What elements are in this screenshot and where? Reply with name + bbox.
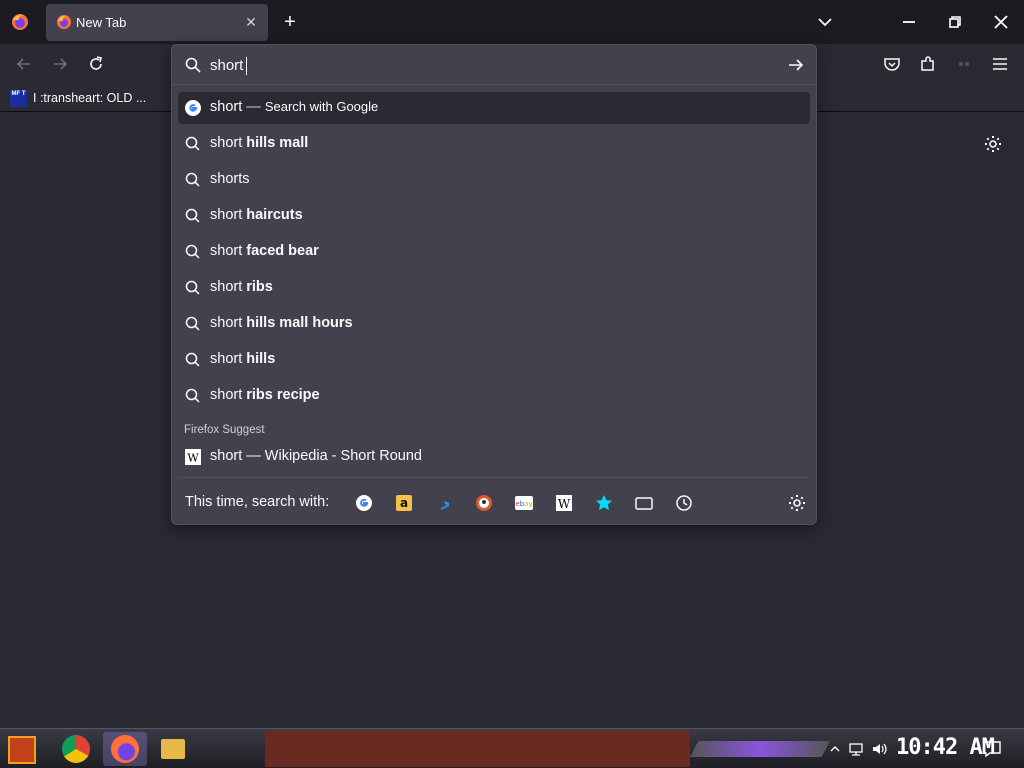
wikipedia-icon: W [185,449,201,465]
taskbar-decoration [690,741,830,757]
result-completion: faced bear [246,243,319,259]
result-completion: hills mall hours [246,315,353,331]
search-with-label: This time, search with: [185,494,330,510]
tab-title: New Tab [76,15,127,30]
taskbar: 10:42 AM [0,728,1024,768]
result-completion: hills mall [246,135,309,151]
file-explorer-taskbar-icon[interactable] [161,739,185,759]
urlbar [172,45,816,85]
google-icon[interactable] [354,493,374,513]
result-row[interactable]: short hills mall [178,128,810,160]
result-completion: ribs [246,279,273,295]
reload-icon[interactable] [86,54,106,74]
ebay-icon[interactable]: ebay [514,493,534,513]
result-prefix: short [210,279,247,295]
start-button[interactable] [8,736,36,764]
suggest-result-text: short — Wikipedia - Short Round [210,448,422,464]
list-all-tabs-icon[interactable] [815,12,835,32]
pocket-icon[interactable] [882,54,902,74]
result-row[interactable]: short hills mall hours [178,308,810,340]
tab-close-icon[interactable]: ✕ [242,13,260,31]
restore-window-icon[interactable] [946,13,964,31]
firefox-suggest-heading: Firefox Suggest [184,424,265,436]
search-icon [185,244,200,259]
urlbar-dropdown: short — Search with Google short hills m… [171,44,817,525]
go-arrow-icon[interactable] [786,56,806,74]
firefox-suggest-result[interactable]: W short — Wikipedia - Short Round [178,441,810,473]
bookmark-item[interactable]: MF T I :transheart: OLD ... [10,88,146,108]
result-completion: haircuts [246,207,303,223]
minimize-window-icon[interactable] [900,13,918,31]
search-icon [185,352,200,367]
notification-center-icon[interactable] [982,740,1002,758]
new-tab-button[interactable]: + [280,11,300,33]
bookmarks-star-icon[interactable] [594,493,614,513]
extensions-puzzle-icon[interactable] [918,54,938,74]
chrome-taskbar-icon[interactable] [62,735,90,763]
search-icon [185,316,200,331]
volume-icon[interactable] [871,741,889,757]
result-row[interactable]: short faced bear [178,236,810,268]
search-settings-gear-icon[interactable] [787,493,807,513]
forward-arrow-icon[interactable] [50,54,70,74]
amazon-icon[interactable]: a [394,493,414,513]
bookmark-label: I :transheart: OLD ... [33,91,147,105]
result-action: Search with Google [264,99,379,114]
result-prefix: short [210,207,247,223]
google-icon [185,100,201,116]
firefox-taskbar-icon[interactable] [111,735,139,763]
chevron-up-icon[interactable] [826,741,844,757]
result-completion: s [242,171,250,187]
result-completion: hills [246,351,276,367]
hamburger-menu-icon[interactable] [990,54,1010,74]
result-row[interactable]: short ribs recipe [178,380,810,412]
search-icon [185,172,200,187]
back-arrow-icon[interactable] [14,54,34,74]
taskbar-wallpaper-region [265,731,690,767]
result-prefix: short [210,387,247,403]
svg-text:a: a [400,496,408,510]
svg-text:W: W [187,452,199,465]
firefox-favicon-icon [57,15,71,29]
close-window-icon[interactable] [991,12,1011,32]
search-icon [185,136,200,151]
result-prefix: short [210,135,247,151]
search-icon [185,208,200,223]
result-separator: — [242,99,265,115]
bing-icon[interactable] [434,493,454,513]
result-query: short [210,99,243,115]
divider [178,477,810,478]
search-icon [185,388,200,403]
result-prefix: short [210,243,247,259]
result-completion: ribs recipe [246,387,320,403]
text-caret [246,57,247,75]
result-row[interactable]: short ribs [178,272,810,304]
urlbar-input[interactable] [210,53,770,77]
taskbar-clock[interactable]: 10:42 AM [896,735,995,760]
search-icon [185,57,201,73]
newtab-settings-gear-icon[interactable] [983,134,1003,154]
result-row[interactable]: short hills [178,344,810,376]
network-icon[interactable] [848,741,866,757]
firefox-view-icon[interactable] [10,12,30,32]
bookmark-favicon-icon: MF T [10,89,27,107]
svg-text:ebay: ebay [515,500,532,508]
duckduckgo-icon[interactable] [474,493,494,513]
tabs-icon[interactable] [634,493,654,513]
svg-text:W: W [558,497,571,511]
result-prefix: short [210,171,243,187]
account-icon[interactable] [954,54,974,74]
result-row[interactable]: shorts [178,164,810,196]
result-prefix: short [210,315,247,331]
result-row[interactable]: short haircuts [178,200,810,232]
history-clock-icon[interactable] [674,493,694,513]
result-prefix: short [210,351,247,367]
search-icon [185,280,200,295]
tab-bar: New Tab ✕ + [0,0,1024,44]
wikipedia-icon[interactable]: W [554,493,574,513]
tab-new-tab[interactable]: New Tab ✕ [46,4,268,41]
result-row[interactable]: short — Search with Google [178,92,810,124]
